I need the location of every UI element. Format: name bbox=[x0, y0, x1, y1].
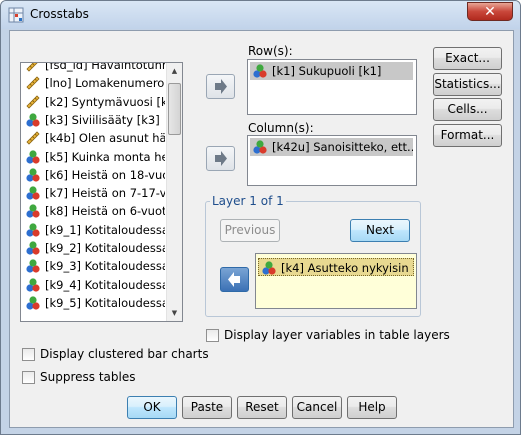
variable-label: [k7] Heistä on 7-17-vu... bbox=[45, 186, 165, 201]
nominal-balls-icon bbox=[26, 186, 40, 200]
clustered-bar-charts-label: Display clustered bar charts bbox=[40, 347, 209, 361]
scroll-thumb[interactable] bbox=[168, 83, 181, 135]
nominal-balls-icon bbox=[26, 277, 40, 292]
title-bar[interactable]: Crosstabs ✕ bbox=[1, 1, 520, 29]
paste-button[interactable]: Paste bbox=[182, 396, 232, 419]
rows-list[interactable]: [k1] Sukupuoli [k1] bbox=[247, 59, 417, 115]
nominal-balls-icon bbox=[26, 149, 40, 164]
scroll-down-arrow-icon[interactable]: ▼ bbox=[167, 305, 182, 321]
nominal-balls-icon bbox=[26, 259, 40, 273]
suppress-tables-label: Suppress tables bbox=[40, 370, 136, 384]
variable-label: [k6] Heistä on 18-vuoti... bbox=[45, 167, 165, 182]
ok-button[interactable]: OK bbox=[127, 396, 177, 419]
nominal-balls-icon bbox=[26, 204, 40, 218]
variable-label: [k2] Syntymävuosi [k2] bbox=[45, 94, 165, 109]
left-arrow-icon bbox=[228, 272, 240, 287]
statistics-button[interactable]: Statistics... bbox=[433, 73, 502, 96]
layer-item[interactable]: [k4] Asutteko nykyisin y... bbox=[258, 258, 414, 276]
nominal-balls-icon bbox=[253, 140, 267, 154]
next-button[interactable]: Next bbox=[350, 219, 410, 242]
variable-list-item[interactable]: [k7] Heistä on 7-17-vu... bbox=[23, 184, 165, 202]
variable-label: [k4b] Olen asunut hän... bbox=[45, 131, 165, 146]
exact-button[interactable]: Exact... bbox=[433, 47, 502, 70]
variable-label: [k8] Heistä on 6-vuotia... bbox=[45, 204, 165, 219]
right-arrow-icon bbox=[215, 79, 227, 94]
scale-ruler-icon bbox=[26, 131, 40, 145]
variable-label: [k9_2] Kotitaloudessa ... bbox=[45, 241, 165, 255]
right-arrow-icon bbox=[215, 151, 227, 166]
variable-list-scrollbar[interactable]: ▲ ▼ bbox=[166, 63, 182, 321]
nominal-balls-icon bbox=[262, 261, 276, 275]
crosstabs-dialog: Crosstabs ✕ [fsd_id] Havaintotunnu... [ln… bbox=[0, 0, 521, 435]
scroll-up-arrow-icon[interactable]: ▲ bbox=[167, 63, 182, 79]
rows-label: Row(s): bbox=[248, 44, 293, 58]
nominal-balls-icon bbox=[253, 64, 267, 78]
display-layer-variables-label: Display layer variables in table layers bbox=[224, 328, 450, 342]
variable-list-item[interactable]: [k3] Siviilisääty [k3] bbox=[23, 111, 165, 129]
variable-label: [fsd_id] Havaintotunnu... bbox=[45, 62, 165, 72]
crosstabs-app-icon bbox=[8, 7, 24, 23]
scale-ruler-icon bbox=[26, 76, 40, 90]
variable-list-item[interactable]: [k2] Syntymävuosi [k2] bbox=[23, 93, 165, 111]
window-title: Crosstabs bbox=[30, 7, 89, 21]
move-to-columns-button[interactable] bbox=[206, 146, 235, 171]
cancel-button[interactable]: Cancel bbox=[292, 396, 342, 419]
variable-list-item[interactable]: [k9_1] Kotitaloudessa ... bbox=[23, 221, 165, 239]
move-to-rows-button[interactable] bbox=[206, 74, 235, 99]
columns-label: Column(s): bbox=[248, 121, 314, 135]
clustered-bar-charts-checkbox[interactable] bbox=[22, 348, 35, 361]
variable-label: [k9_3] Kotitaloudessa ... bbox=[45, 259, 165, 274]
scale-ruler-icon bbox=[26, 63, 38, 72]
variable-label: [k5] Kuinka monta hen... bbox=[45, 149, 165, 164]
dialog-content: [fsd_id] Havaintotunnu... [lno] Lomakenum… bbox=[9, 30, 514, 428]
format-button[interactable]: Format... bbox=[433, 124, 502, 147]
variable-list-item[interactable]: [k5] Kuinka monta hen... bbox=[23, 148, 165, 166]
variable-list-item[interactable]: [lno] Lomakenumero [... bbox=[23, 74, 165, 92]
nominal-balls-icon bbox=[26, 168, 40, 182]
variable-list-item[interactable]: [k9_4] Kotitaloudessa ... bbox=[23, 276, 165, 294]
cells-button[interactable]: Cells... bbox=[433, 98, 502, 121]
nominal-balls-icon bbox=[26, 296, 40, 310]
display-layer-variables-checkbox[interactable] bbox=[206, 329, 219, 342]
nominal-balls-icon bbox=[26, 241, 40, 255]
columns-item[interactable]: [k42u] Sanoisitteko, ett... bbox=[250, 138, 413, 156]
layer-list[interactable]: [k4] Asutteko nykyisin y... bbox=[255, 253, 417, 309]
move-to-layer-button[interactable] bbox=[220, 267, 249, 292]
variable-list-item[interactable]: [k6] Heistä on 18-vuoti... bbox=[23, 166, 165, 184]
nominal-balls-icon bbox=[26, 113, 40, 127]
suppress-tables-checkbox[interactable] bbox=[22, 371, 35, 384]
variable-label: [lno] Lomakenumero [... bbox=[45, 76, 165, 91]
nominal-balls-icon bbox=[26, 223, 40, 237]
rows-item[interactable]: [k1] Sukupuoli [k1] bbox=[250, 62, 413, 80]
help-button[interactable]: Help bbox=[347, 396, 397, 419]
variable-list-item[interactable]: [k8] Heistä on 6-vuotia... bbox=[23, 202, 165, 220]
scale-ruler-icon bbox=[26, 95, 40, 109]
variable-list-item[interactable]: [fsd_id] Havaintotunnu... bbox=[23, 62, 165, 74]
layer-title: Layer 1 of 1 bbox=[210, 194, 286, 208]
variable-label: [k9_4] Kotitaloudessa ... bbox=[45, 277, 165, 292]
close-button[interactable]: ✕ bbox=[467, 2, 513, 21]
columns-list[interactable]: [k42u] Sanoisitteko, ett... bbox=[247, 135, 417, 186]
variable-list-item[interactable]: [k9_5] Kotitaloudessa ... bbox=[23, 294, 165, 312]
variable-list[interactable]: [fsd_id] Havaintotunnu... [lno] Lomakenum… bbox=[20, 62, 183, 322]
variable-list-item[interactable]: [k9_3] Kotitaloudessa ... bbox=[23, 257, 165, 275]
reset-button[interactable]: Reset bbox=[237, 396, 287, 419]
previous-button[interactable]: Previous bbox=[220, 219, 280, 242]
variable-list-item[interactable]: [k9_2] Kotitaloudessa ... bbox=[23, 239, 165, 257]
variable-list-item[interactable]: [k4b] Olen asunut hän... bbox=[23, 129, 165, 147]
variable-label: [k3] Siviilisääty [k3] bbox=[45, 112, 160, 127]
variable-label: [k9_1] Kotitaloudessa ... bbox=[45, 222, 165, 237]
variable-label: [k9_5] Kotitaloudessa ... bbox=[45, 295, 165, 310]
